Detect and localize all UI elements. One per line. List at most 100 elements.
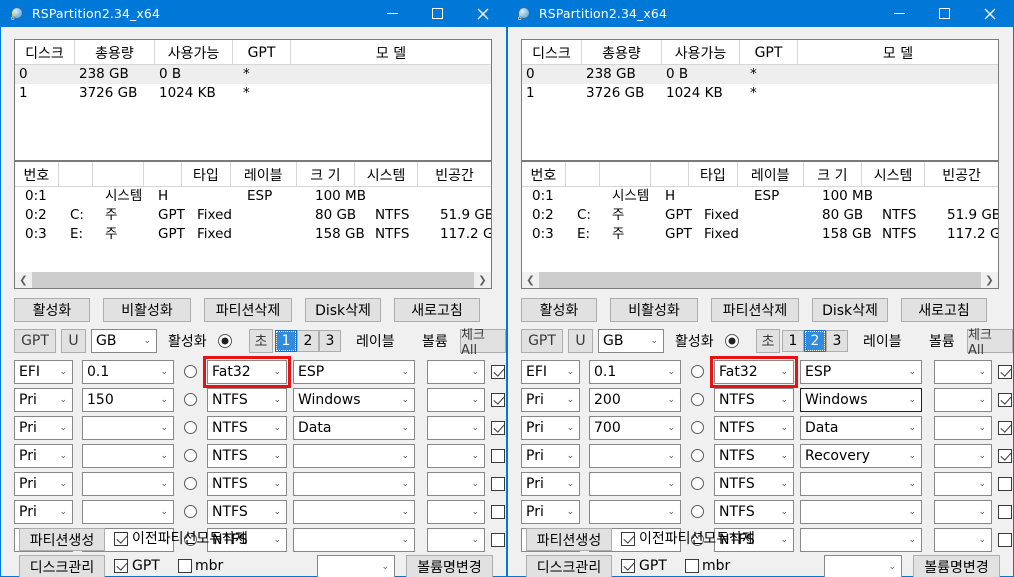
toolbar-button-0[interactable]: 활성화 [14,298,90,322]
check-all-button[interactable]: 체크 All [460,328,506,358]
row-volume-combo-4[interactable]: ⌄ [427,472,485,496]
maximize-button[interactable] [922,0,967,27]
row-filesystem-combo-0[interactable]: Fat32 ⌄ [203,356,291,388]
row-filesystem-combo-2[interactable]: NTFS ⌄ [714,416,794,440]
toolbar-button-3[interactable]: Disk삭제 [305,298,381,322]
row-filesystem-combo-1[interactable]: NTFS ⌄ [207,388,287,412]
row-active-radio-3[interactable] [184,449,197,462]
row-filesystem-combo-3[interactable]: NTFS ⌄ [714,444,794,468]
row-type-combo-4[interactable]: Pri ⌄ [521,472,580,496]
row-checkbox-3[interactable] [998,449,1012,463]
row-label-combo-2[interactable]: Data ⌄ [800,416,922,440]
row-size-combo-3[interactable]: ⌄ [82,444,174,468]
scroll-right-icon[interactable]: ❯ [981,271,998,288]
row-label-combo-5[interactable]: ⌄ [293,500,415,524]
minimize-button[interactable] [370,0,415,27]
row-checkbox-5[interactable] [491,505,505,519]
row-type-combo-4[interactable]: Pri ⌄ [14,472,73,496]
delete-previous-checkbox[interactable] [621,532,635,546]
toolbar-button-1[interactable]: 비활성화 [103,298,191,322]
row-label-combo-3[interactable]: ⌄ [293,444,415,468]
partition-row[interactable]: 0:1 시스템 H ESP 100 MB [522,187,998,206]
row-filesystem-combo-4[interactable]: NTFS ⌄ [714,472,794,496]
partition-list-hscrollbar[interactable]: ❮ ❯ [15,271,491,288]
disk-row[interactable]: 0 238 GB 0 B * [15,65,491,84]
disk-manage-button[interactable]: 디스크관리 [19,555,105,577]
row-type-combo-1[interactable]: Pri ⌄ [521,388,580,412]
delete-previous-checkbox[interactable] [114,532,128,546]
scroll-thumb[interactable] [539,271,981,288]
row-filesystem-combo-1[interactable]: NTFS ⌄ [714,388,794,412]
partition-row[interactable]: 0:3E:주GPTFixed158 GBNTFS117.2 GB [15,225,491,244]
row-type-combo-1[interactable]: Pri ⌄ [14,388,73,412]
title-bar[interactable]: ⚷ RSPartition2.34_x64 [508,0,1013,27]
gpt-checkbox[interactable] [114,559,128,573]
scroll-left-icon[interactable]: ❮ [15,271,32,288]
u-toggle-button[interactable]: U [568,329,593,353]
toolbar-button-2[interactable]: 파티션삭제 [204,298,292,322]
row-volume-combo-2[interactable]: ⌄ [427,416,485,440]
disk-manage-button[interactable]: 디스크관리 [526,555,612,577]
rename-volume-button[interactable]: 볼륨명변경 [406,555,493,577]
toolbar-button-2[interactable]: 파티션삭제 [711,298,799,322]
row-checkbox-0[interactable] [491,365,505,379]
activate-radio[interactable] [218,334,232,348]
row-checkbox-4[interactable] [491,477,505,491]
cho-button[interactable]: 초 [249,329,273,353]
row-volume-combo-1[interactable]: ⌄ [427,388,485,412]
volume-select-combo[interactable]: ⌄ [824,555,902,577]
partition-list[interactable]: 번호 타입 레이블 크 기 시스템 빈공간 0:1 시스템 H ESP 100 MB 0:2 C: 주 GP… [521,161,999,289]
row-type-combo-5[interactable]: Pri ⌄ [521,500,580,524]
row-checkbox-1[interactable] [491,393,505,407]
row-volume-combo-3[interactable]: ⌄ [934,444,992,468]
row-checkbox-2[interactable] [491,421,505,435]
row-size-combo-3[interactable]: ⌄ [589,444,681,468]
row-filesystem-combo-4[interactable]: NTFS ⌄ [207,472,287,496]
scroll-right-icon[interactable]: ❯ [474,271,491,288]
row-size-combo-5[interactable]: ⌄ [82,500,174,524]
row-size-combo-0[interactable]: 0.1 ⌄ [82,360,174,384]
rename-volume-button[interactable]: 볼륨명변경 [913,555,1000,577]
disk-list[interactable]: 디스크 총용량 사용가능 GPT 모 델 0 238 GB 0 B * 1 3726 GB 1024 … [14,39,492,161]
disk-list[interactable]: 디스크 총용량 사용가능 GPT 모 델 0 238 GB 0 B * 1 3726 GB 1024 … [521,39,999,161]
row-size-combo-1[interactable]: 150 ⌄ [82,388,174,412]
maximize-button[interactable] [415,0,460,27]
row-volume-combo-0[interactable]: ⌄ [427,360,485,384]
row-volume-combo-3[interactable]: ⌄ [427,444,485,468]
row-filesystem-combo-5[interactable]: NTFS ⌄ [714,500,794,524]
row-checkbox-3[interactable] [491,449,505,463]
row-label-combo-2[interactable]: Data ⌄ [293,416,415,440]
row-label-combo-3[interactable]: Recovery ⌄ [800,444,922,468]
row-active-radio-5[interactable] [691,505,704,518]
row-filesystem-combo-3[interactable]: NTFS ⌄ [207,444,287,468]
toolbar-button-0[interactable]: 활성화 [521,298,597,322]
row-size-combo-0[interactable]: 0.1 ⌄ [589,360,681,384]
row-size-combo-4[interactable]: ⌄ [589,472,681,496]
row-type-combo-2[interactable]: Pri ⌄ [14,416,73,440]
mbr-checkbox[interactable] [178,559,192,573]
row-size-combo-5[interactable]: ⌄ [589,500,681,524]
row-volume-combo-4[interactable]: ⌄ [934,472,992,496]
row-volume-combo-0[interactable]: ⌄ [934,360,992,384]
partition-list[interactable]: 번호 타입 레이블 크 기 시스템 빈공간 0:1 시스템 H ESP 100 MB 0:2 C: 주 GP… [14,161,492,289]
row-type-combo-3[interactable]: Pri ⌄ [521,444,580,468]
mbr-checkbox[interactable] [685,559,699,573]
row-active-radio-1[interactable] [184,393,197,406]
unit-combo[interactable]: GB ⌄ [91,329,157,353]
row-volume-combo-2[interactable]: ⌄ [934,416,992,440]
row-checkbox-2[interactable] [998,421,1012,435]
row-label-combo-4[interactable]: ⌄ [800,472,922,496]
row-active-radio-4[interactable] [691,477,704,490]
unit-combo[interactable]: GB ⌄ [598,329,664,353]
close-button[interactable] [460,0,506,27]
disk-row[interactable]: 0 238 GB 0 B * [522,65,998,84]
row-label-combo-5[interactable]: ⌄ [800,500,922,524]
row-active-radio-0[interactable] [691,365,704,378]
volume-select-combo[interactable]: ⌄ [317,555,395,577]
scroll-left-icon[interactable]: ❮ [522,271,539,288]
row-size-combo-1[interactable]: 200 ⌄ [589,388,681,412]
row-type-combo-3[interactable]: Pri ⌄ [14,444,73,468]
row-volume-combo-1[interactable]: ⌄ [934,388,992,412]
row-label-combo-1[interactable]: Windows ⌄ [293,388,415,412]
num-button-3[interactable]: 3 [826,330,848,352]
